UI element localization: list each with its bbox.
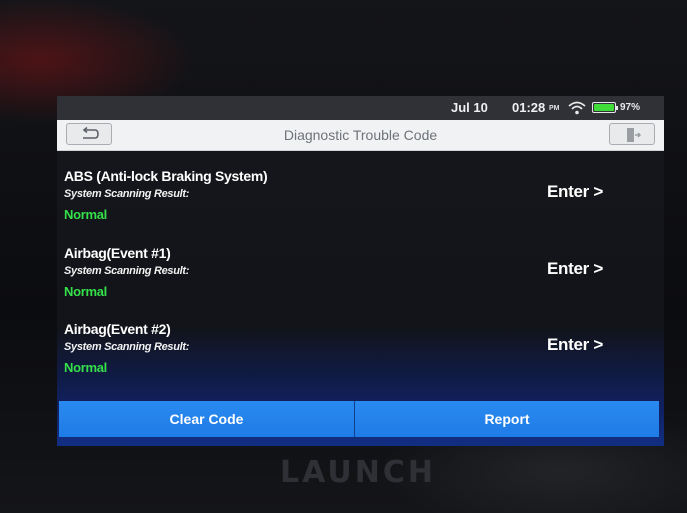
status-time: 01:28 [512, 100, 546, 115]
exit-icon [627, 128, 641, 142]
title-bar: Diagnostic Trouble Code [57, 120, 664, 151]
bottom-action-bar: Clear Code Report [59, 401, 659, 437]
wifi-icon [568, 101, 586, 115]
scan-status: Normal [64, 284, 107, 299]
scan-status: Normal [64, 360, 107, 375]
battery-tip [616, 106, 618, 110]
system-name: ABS (Anti-lock Braking System) [64, 168, 268, 184]
device-screen: Jul 10 01:28 PM 97% Diagnostic Trouble C… [57, 96, 664, 446]
battery-icon [592, 102, 618, 113]
system-name: Airbag(Event #1) [64, 245, 171, 261]
status-date: Jul 10 [451, 100, 488, 115]
system-name: Airbag(Event #2) [64, 321, 171, 337]
enter-button[interactable]: Enter > [547, 335, 603, 355]
battery-fill [594, 104, 614, 111]
system-row-airbag-1: Airbag(Event #1) System Scanning Result:… [57, 245, 664, 315]
enter-button[interactable]: Enter > [547, 182, 603, 202]
scan-status: Normal [64, 207, 107, 222]
status-ampm: PM [549, 105, 560, 112]
system-row-abs: ABS (Anti-lock Braking System) System Sc… [57, 168, 664, 238]
clear-code-button[interactable]: Clear Code [59, 401, 355, 437]
battery-percentage: 97% [620, 102, 641, 113]
exit-button[interactable] [609, 123, 655, 145]
status-bar: Jul 10 01:28 PM 97% [57, 96, 664, 120]
scan-result-label: System Scanning Result: [64, 341, 190, 353]
report-button[interactable]: Report [355, 401, 659, 437]
enter-button[interactable]: Enter > [547, 259, 603, 279]
page-title: Diagnostic Trouble Code [283, 127, 438, 143]
brand-logo: LAUNCH [280, 455, 437, 490]
system-row-airbag-2: Airbag(Event #2) System Scanning Result:… [57, 321, 664, 391]
scan-result-label: System Scanning Result: [64, 188, 190, 200]
scan-result-label: System Scanning Result: [64, 265, 190, 277]
